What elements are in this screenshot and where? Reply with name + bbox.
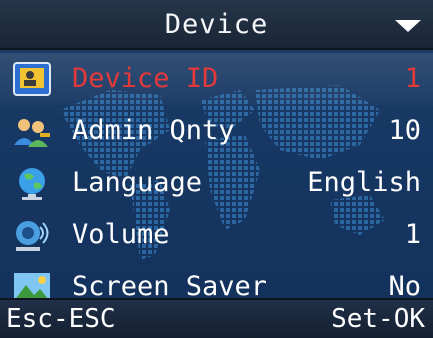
menu-item-device-id[interactable]: Device ID 1 [0,53,433,105]
menu-item-label: Volume [72,219,170,250]
menu-item-label: Admin Qnty [72,115,235,146]
menu-item-value: 1 [404,219,421,250]
menu-item-label: Device ID [72,63,219,94]
title-bar: Device [0,0,433,50]
menu-item-value: English [307,167,421,198]
settings-menu: Device ID 1 Admin Qnty 10 Language Engli… [0,53,433,313]
device-settings-screen: Device Device ID 1 Admin Qnty 10 Languag… [0,0,433,338]
page-title: Device [164,9,269,40]
ok-softkey[interactable]: Set-OK [331,304,425,334]
triangle-down-icon[interactable] [395,20,421,32]
menu-item-value: 1 [404,63,421,94]
menu-item-admin-qnty[interactable]: Admin Qnty 10 [0,105,433,157]
globe-icon [19,168,45,200]
menu-item-volume[interactable]: Volume 1 [0,209,433,261]
esc-softkey[interactable]: Esc-ESC [6,304,116,334]
device-id-icon [13,62,51,96]
menu-item-label: Language [72,167,203,198]
menu-item-value: 10 [388,115,421,146]
menu-item-language[interactable]: Language English [0,157,433,209]
softkey-bar: Esc-ESC Set-OK [0,298,433,338]
admin-users-icon [14,119,50,147]
speaker-volume-icon [16,221,49,251]
